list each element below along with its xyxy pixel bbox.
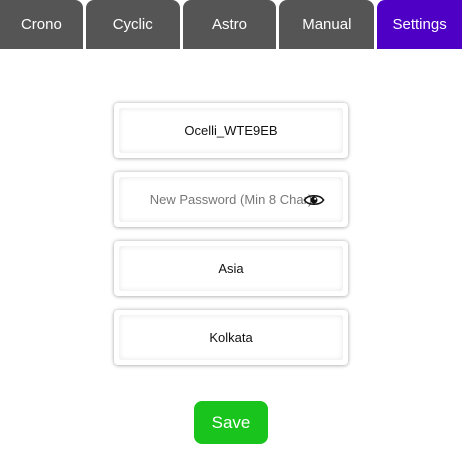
region-input[interactable] (119, 246, 343, 291)
region-field (114, 241, 348, 296)
region-field-inner (119, 246, 343, 291)
ssid-field-inner (119, 108, 343, 153)
city-field-inner (119, 315, 343, 360)
city-field (114, 310, 348, 365)
save-button[interactable]: Save (194, 401, 268, 444)
eye-icon[interactable] (303, 193, 325, 207)
password-field-inner (119, 177, 343, 222)
tab-crono[interactable]: Crono (0, 0, 83, 49)
city-input[interactable] (119, 315, 343, 360)
tab-bar: Crono Cyclic Astro Manual Settings (0, 0, 462, 49)
ssid-input[interactable] (119, 108, 343, 153)
tab-manual[interactable]: Manual (279, 0, 375, 49)
tab-cyclic[interactable]: Cyclic (85, 0, 180, 49)
password-field (114, 172, 348, 227)
tab-astro[interactable]: Astro (182, 0, 277, 49)
tab-settings[interactable]: Settings (377, 0, 462, 49)
ssid-field (114, 103, 348, 158)
